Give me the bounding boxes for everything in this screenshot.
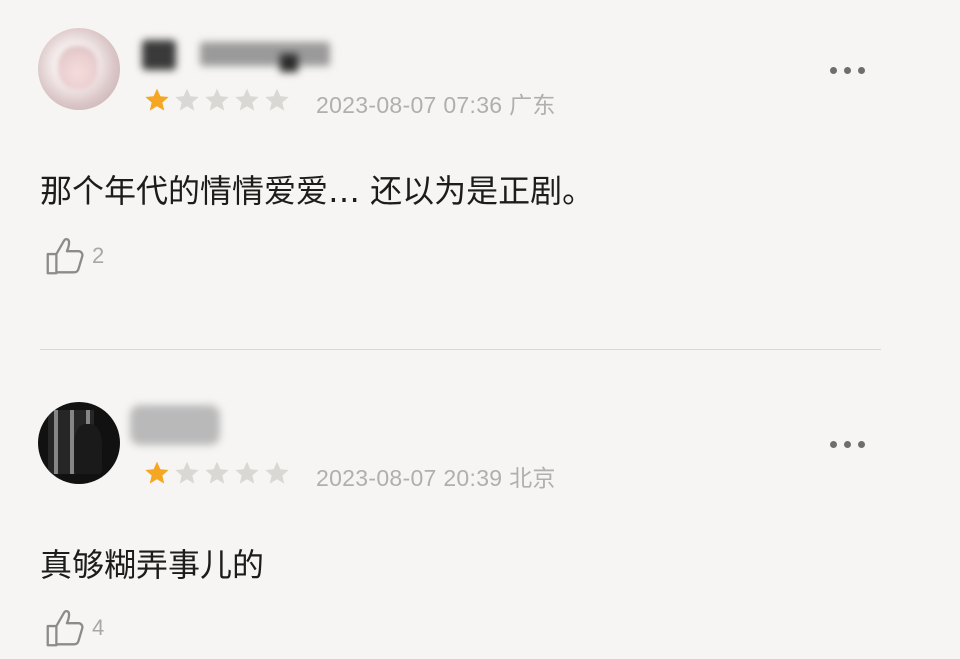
username-blurred[interactable] xyxy=(130,405,240,445)
star-empty-icon xyxy=(175,88,199,111)
avatar[interactable] xyxy=(38,28,120,110)
timestamp: 2023-08-07 20:39 xyxy=(316,465,503,491)
like-count: 2 xyxy=(92,243,105,268)
thumbs-up-icon xyxy=(46,610,84,647)
comment-meta: 2023-08-07 07:36 广东 xyxy=(316,86,556,120)
star-filled-icon xyxy=(145,88,169,111)
star-empty-icon xyxy=(205,88,229,111)
comment-text: 那个年代的情情爱爱… 还以为是正剧。 xyxy=(40,172,595,210)
star-empty-icon xyxy=(235,88,259,111)
rating-stars xyxy=(143,86,291,114)
like-count: 4 xyxy=(92,615,105,640)
star-filled-icon xyxy=(145,461,169,484)
star-empty-icon xyxy=(265,88,289,111)
rating-stars xyxy=(143,459,291,487)
comment-meta: 2023-08-07 20:39 北京 xyxy=(316,459,556,493)
location: 广东 xyxy=(509,92,556,118)
like-button[interactable]: 4 xyxy=(42,605,104,651)
timestamp: 2023-08-07 07:36 xyxy=(316,92,503,118)
star-empty-icon xyxy=(205,461,229,484)
more-dots-icon[interactable] xyxy=(830,67,865,74)
more-dots-icon[interactable] xyxy=(830,441,865,448)
comment-text: 真够糊弄事儿的 xyxy=(40,546,265,584)
star-empty-icon xyxy=(175,461,199,484)
thumbs-up-icon xyxy=(46,238,84,275)
location: 北京 xyxy=(509,465,556,491)
like-button[interactable]: 2 xyxy=(42,233,104,279)
star-empty-icon xyxy=(265,461,289,484)
avatar[interactable] xyxy=(38,402,120,484)
star-empty-icon xyxy=(235,461,259,484)
username-blurred[interactable] xyxy=(130,34,340,74)
divider xyxy=(40,349,881,350)
